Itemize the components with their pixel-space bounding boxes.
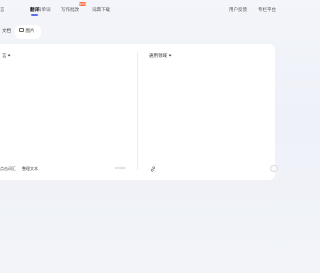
- character-counter: 0/5000: [115, 166, 126, 170]
- click-word-button[interactable]: 点击词汇: [0, 166, 16, 172]
- tab-image[interactable]: 图片: [15, 25, 41, 39]
- nav-item-vocabulary[interactable]: 背单词: [37, 7, 51, 13]
- source-language-select[interactable]: 言: [2, 53, 11, 59]
- new-badge: NEW: [79, 2, 87, 6]
- toggle-switch[interactable]: [270, 165, 278, 172]
- active-tab-indicator: [31, 14, 38, 16]
- source-language-label: 言: [2, 54, 7, 59]
- domain-label: 通用领域: [149, 54, 167, 59]
- tab-document[interactable]: 文档: [2, 25, 11, 39]
- image-icon: [19, 27, 24, 33]
- top-navigation: 言 翻译 背单词 写作批改 NEW 词典下载 用户反馈 专栏平台: [0, 0, 276, 22]
- chevron-down-icon: [7, 53, 11, 57]
- tab-image-label: 图片: [25, 29, 35, 34]
- nav-item-writing[interactable]: 写作批改: [61, 7, 79, 13]
- chevron-down-icon: [168, 53, 172, 57]
- nav-item-column-platform[interactable]: 专栏平台: [258, 7, 276, 13]
- organize-text-button[interactable]: 整理文本: [22, 166, 38, 172]
- domain-select[interactable]: 通用领域: [149, 53, 172, 59]
- panel-divider: [137, 52, 138, 170]
- link-icon[interactable]: [150, 166, 156, 172]
- nav-item-feedback[interactable]: 用户反馈: [229, 7, 247, 13]
- translation-panel: 言 通用领域 点击词汇 整理文本 0/5000: [0, 44, 278, 180]
- nav-item-dictionary-download[interactable]: 词典下载: [92, 7, 110, 13]
- nav-item-language[interactable]: 言: [0, 7, 5, 13]
